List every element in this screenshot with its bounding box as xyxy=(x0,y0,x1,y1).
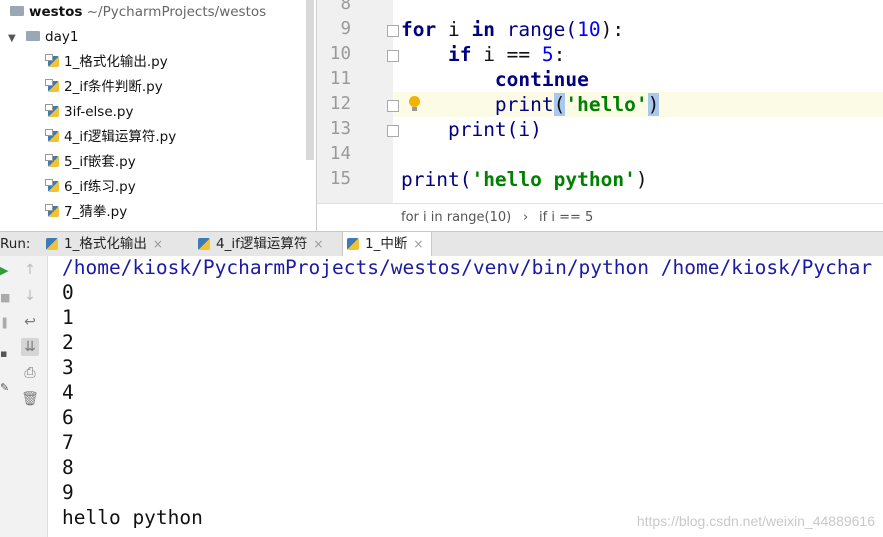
console-line: 2 xyxy=(62,331,74,354)
console-line: 0 xyxy=(62,281,74,304)
scroll-to-end-icon[interactable]: ⇊ xyxy=(21,338,39,356)
tree-file[interactable]: 3if-else.py xyxy=(45,100,134,124)
stop-icon[interactable]: ■ xyxy=(0,292,10,304)
fold-marker-icon[interactable] xyxy=(387,50,399,62)
tree-root[interactable]: westos ~/PycharmProjects/westos xyxy=(10,0,266,24)
code-line-13: print(i) xyxy=(447,118,542,141)
tree-file[interactable]: 7_猜拳.py xyxy=(45,200,128,224)
run-tab[interactable]: 4_if逻辑运算符 × xyxy=(194,232,323,256)
python-file-icon xyxy=(45,153,59,167)
close-icon[interactable]: × xyxy=(153,237,163,251)
run-tab-label: 4_if逻辑运算符 xyxy=(216,236,308,252)
breadcrumb-separator: › xyxy=(523,210,529,225)
python-file-icon xyxy=(45,78,59,92)
code-editor[interactable]: 8 9 10 11 12 13 14 15 for i in range(10)… xyxy=(316,0,883,232)
root-folder-path: ~/PycharmProjects/westos xyxy=(86,4,267,20)
trash-icon[interactable]: 🗑 xyxy=(21,390,39,408)
code-line-10: if i == 5: xyxy=(447,43,566,66)
console-line: 3 xyxy=(62,356,74,379)
fold-marker-icon[interactable] xyxy=(387,125,399,137)
run-tab-label: 1_格式化输出 xyxy=(64,236,147,252)
tree-file[interactable]: 4_if逻辑运算符.py xyxy=(45,125,177,149)
code-line-9: for i in range(10): xyxy=(401,18,625,41)
line-number: 8 xyxy=(340,0,351,14)
code-line-15: print('hello python') xyxy=(401,168,648,191)
file-label: 4_if逻辑运算符.py xyxy=(64,129,177,145)
file-label: 5_if嵌套.py xyxy=(64,154,136,170)
project-scrollbar[interactable] xyxy=(306,0,314,160)
run-label: Run: xyxy=(0,236,31,252)
tree-file[interactable]: 2_if条件判断.py xyxy=(45,75,163,99)
console-line: 7 xyxy=(62,431,74,454)
line-number: 15 xyxy=(329,169,351,189)
python-run-icon xyxy=(198,238,210,250)
tree-folder-day1[interactable]: ▼ day1 xyxy=(8,25,78,49)
folder-icon xyxy=(26,31,40,41)
line-number: 13 xyxy=(329,119,351,139)
console-line: 4 xyxy=(62,381,74,404)
python-file-icon xyxy=(45,103,59,117)
python-file-icon xyxy=(45,178,59,192)
arrow-down-icon[interactable]: ↓ xyxy=(21,287,39,305)
file-label: 6_if练习.py xyxy=(64,179,136,195)
fold-marker-icon[interactable] xyxy=(387,100,399,112)
folder-label: day1 xyxy=(45,29,79,45)
close-icon[interactable]: × xyxy=(413,237,423,251)
file-label: 3if-else.py xyxy=(64,104,134,120)
pause-icon[interactable]: ❚ xyxy=(0,317,10,329)
folder-icon xyxy=(10,6,24,16)
watermark: https://blog.csdn.net/weixin_44889616 xyxy=(636,513,875,529)
python-file-icon xyxy=(45,203,59,217)
run-console-output[interactable]: /home/kiosk/PycharmProjects/westos/venv/… xyxy=(48,256,883,537)
line-number: 9 xyxy=(340,19,351,39)
console-command-line: /home/kiosk/PycharmProjects/westos/venv/… xyxy=(62,256,873,279)
project-tree-panel: westos ~/PycharmProjects/westos ▼ day1 1_… xyxy=(0,0,316,231)
python-run-icon xyxy=(347,238,359,250)
layout-icon[interactable]: ▪ xyxy=(0,348,10,360)
expand-arrow-icon[interactable]: ▼ xyxy=(8,27,20,51)
run-tab-bar: Run: 1_格式化输出 × 4_if逻辑运算符 × 1_中断 × xyxy=(0,231,883,257)
line-number: 14 xyxy=(329,144,351,164)
console-line: hello python xyxy=(62,506,203,529)
run-toolbar: ↑ ↓ ↩ ⇊ ⎙ 🗑 xyxy=(12,256,48,537)
tree-file[interactable]: 6_if练习.py xyxy=(45,175,136,199)
close-icon[interactable]: × xyxy=(313,237,323,251)
root-folder-name: westos xyxy=(29,4,83,20)
pin-icon[interactable]: ✎ xyxy=(0,382,10,394)
python-file-icon xyxy=(45,53,59,67)
breadcrumb-item[interactable]: for i in range(10) xyxy=(401,204,511,231)
line-number: 12 xyxy=(329,94,351,114)
run-tab[interactable]: 1_格式化输出 × xyxy=(42,232,163,256)
file-label: 7_猜拳.py xyxy=(64,204,128,220)
code-line-11: continue xyxy=(494,68,589,91)
console-line: 9 xyxy=(62,481,74,504)
fold-marker-icon[interactable] xyxy=(387,25,399,37)
console-line: 6 xyxy=(62,406,74,429)
code-line-12: print('hello') xyxy=(494,93,660,116)
line-number: 10 xyxy=(329,44,351,64)
arrow-up-icon[interactable]: ↑ xyxy=(21,261,39,279)
run-tab-active[interactable]: 1_中断 × xyxy=(342,232,433,256)
print-icon[interactable]: ⎙ xyxy=(21,364,39,382)
python-file-icon xyxy=(45,128,59,142)
tree-file[interactable]: 1_格式化输出.py xyxy=(45,50,168,74)
rerun-icon[interactable]: ▶ xyxy=(0,265,10,277)
console-line: 1 xyxy=(62,306,74,329)
breadcrumb: for i in range(10) › if i == 5 xyxy=(317,203,883,232)
breadcrumb-item[interactable]: if i == 5 xyxy=(539,204,593,231)
tree-file[interactable]: 5_if嵌套.py xyxy=(45,150,136,174)
run-tab-label: 1_中断 xyxy=(365,236,408,252)
file-label: 1_格式化输出.py xyxy=(64,54,168,70)
file-label: 2_if条件判断.py xyxy=(64,79,163,95)
console-line: 8 xyxy=(62,456,74,479)
python-run-icon xyxy=(46,238,58,250)
soft-wrap-icon[interactable]: ↩ xyxy=(21,313,39,331)
line-number: 11 xyxy=(329,69,351,89)
